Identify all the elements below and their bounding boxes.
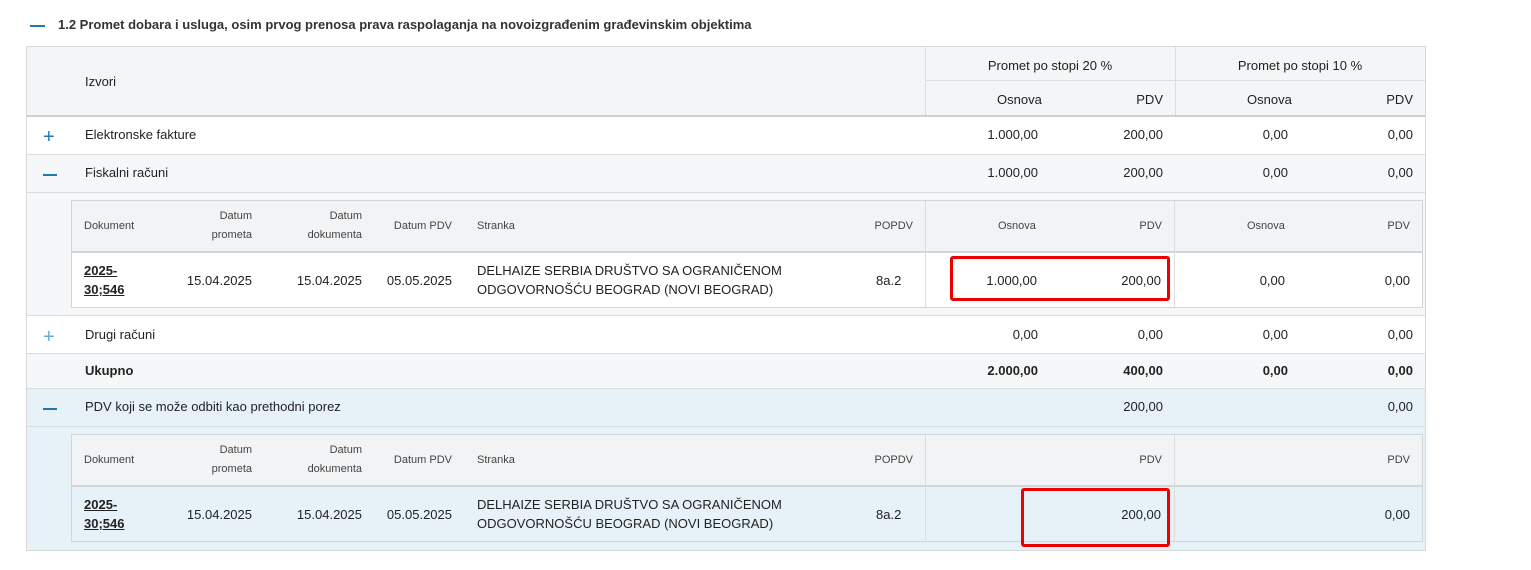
minus-icon[interactable]	[43, 408, 57, 410]
col-date-vat: Datum PDV	[393, 454, 452, 466]
cell-vat-10: 0,00	[1384, 507, 1410, 522]
col-party: Stranka	[477, 454, 515, 466]
row-label: PDV koji se može odbiti kao prethodni po…	[85, 399, 341, 414]
row-label: Fiskalni računi	[85, 165, 169, 180]
cell-date-vat: 05.05.2025	[386, 507, 452, 522]
header-rate-10: Promet po stopi 10 %	[1237, 58, 1363, 73]
row-base-10: 0,00	[1262, 127, 1288, 142]
row-base-20: 1.000,00	[987, 127, 1038, 142]
row-base-20: 1.000,00	[987, 165, 1038, 180]
row-label: Drugi računi	[85, 327, 156, 342]
minus-icon	[30, 25, 45, 27]
cell-date-doc: 15.04.2025	[296, 507, 362, 522]
row-vat-20: 0,00	[1137, 327, 1163, 342]
row-vat-10: 0,00	[1387, 363, 1413, 378]
header-base-20: Osnova	[997, 92, 1042, 107]
col-popdv: POPDV	[874, 454, 913, 466]
plus-icon[interactable]: +	[43, 327, 55, 347]
col-date-turnover-2: prometa	[211, 229, 252, 241]
cell-date-doc: 15.04.2025	[296, 273, 362, 288]
col-document: Dokument	[84, 454, 135, 466]
col-date-vat: Datum PDV	[393, 220, 452, 232]
col-base-10: Osnova	[1247, 220, 1285, 232]
row-base-10: 0,00	[1262, 327, 1288, 342]
row-base-10: 0,00	[1262, 363, 1288, 378]
col-vat-20: PDV	[1139, 454, 1162, 466]
minus-icon[interactable]	[43, 174, 57, 176]
header-vat-10: PDV	[1386, 92, 1413, 107]
col-date-turnover-2: prometa	[211, 463, 252, 475]
col-vat-10: PDV	[1387, 220, 1410, 232]
cell-date-turnover: 15.04.2025	[186, 273, 252, 288]
fiscal-detail-table: Dokument Datum prometa Datum dokumenta D…	[71, 200, 1423, 308]
row-base-20: 2.000,00	[987, 363, 1038, 378]
document-link-line2[interactable]: 30;546	[84, 514, 124, 534]
cell-date-vat: 05.05.2025	[386, 273, 452, 288]
deductible-detail-table: Dokument Datum prometa Datum dokumenta D…	[71, 434, 1423, 542]
cell-party-line1: DELHAIZE SERBIA DRUŠTVO SA OGRANIČENOM	[477, 263, 782, 278]
col-document: Dokument	[84, 220, 135, 232]
col-popdv: POPDV	[874, 220, 913, 232]
header-sources: Izvori	[85, 74, 117, 89]
vat-table: Izvori Promet po stopi 20 % Promet po st…	[26, 46, 1426, 551]
row-label: Ukupno	[85, 363, 134, 378]
col-vat-10: PDV	[1387, 454, 1410, 466]
highlight-box-deductible	[1021, 488, 1170, 547]
col-date-turnover-1: Datum	[219, 444, 252, 456]
cell-party-line1: DELHAIZE SERBIA DRUŠTVO SA OGRANIČENOM	[477, 497, 782, 512]
header-vat-20: PDV	[1136, 92, 1163, 107]
row-base-10: 0,00	[1262, 165, 1288, 180]
row-label: Elektronske fakture	[85, 127, 197, 142]
document-link-line2[interactable]: 30;546	[84, 280, 124, 300]
header-base-10: Osnova	[1247, 92, 1292, 107]
cell-date-turnover: 15.04.2025	[186, 507, 252, 522]
cell-popdv: 8a.2	[876, 507, 902, 522]
highlight-box-fiscal	[950, 256, 1170, 301]
cell-party-line2: ODGOVORNOŠĆU BEOGRAD (NOVI BEOGRAD)	[477, 282, 774, 297]
col-date-doc-1: Datum	[329, 210, 362, 222]
col-date-doc-2: dokumenta	[307, 463, 362, 475]
row-vat-20: 200,00	[1123, 165, 1163, 180]
row-vat-10: 0,00	[1387, 165, 1413, 180]
document-link-line1[interactable]: 2025-	[84, 495, 117, 515]
section-collapse-toggle[interactable]	[30, 16, 45, 36]
col-base-20: Osnova	[998, 220, 1036, 232]
col-date-doc-1: Datum	[329, 444, 362, 456]
cell-party-line2: ODGOVORNOŠĆU BEOGRAD (NOVI BEOGRAD)	[477, 516, 774, 531]
row-vat-20: 200,00	[1123, 399, 1163, 414]
cell-vat-10: 0,00	[1384, 273, 1410, 288]
row-vat-20: 400,00	[1123, 363, 1163, 378]
section-title: 1.2 Promet dobara i usluga, osim prvog p…	[58, 17, 752, 32]
row-vat-10: 0,00	[1387, 327, 1413, 342]
col-date-turnover-1: Datum	[219, 210, 252, 222]
row-base-20: 0,00	[1012, 327, 1038, 342]
document-link-line1[interactable]: 2025-	[84, 261, 117, 281]
row-vat-20: 200,00	[1123, 127, 1163, 142]
cell-base-10: 0,00	[1259, 273, 1285, 288]
plus-icon[interactable]: +	[43, 127, 55, 147]
cell-popdv: 8a.2	[876, 273, 902, 288]
row-vat-10: 0,00	[1387, 127, 1413, 142]
row-vat-10: 0,00	[1387, 399, 1413, 414]
header-rate-20: Promet po stopi 20 %	[987, 58, 1113, 73]
col-party: Stranka	[477, 220, 515, 232]
col-vat-20: PDV	[1139, 220, 1162, 232]
col-date-doc-2: dokumenta	[307, 229, 362, 241]
